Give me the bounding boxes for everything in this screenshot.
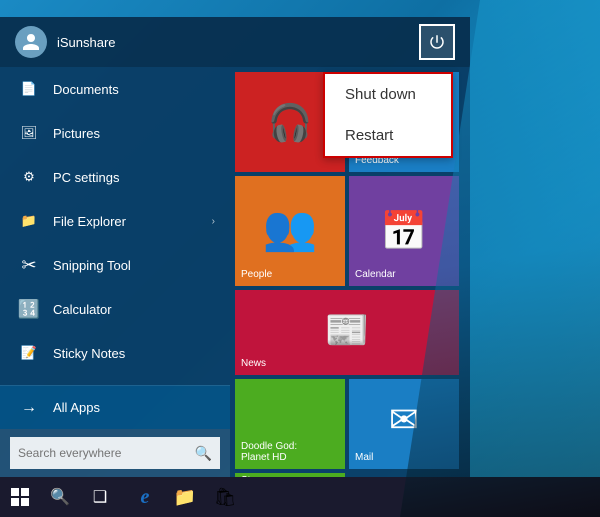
sidebar-item-calculator-label: Calculator <box>53 302 112 317</box>
tile-people[interactable]: 👥 People <box>235 176 345 286</box>
sidebar-item-pc-settings[interactable]: ⚙ PC settings <box>0 155 230 199</box>
restart-button[interactable]: Restart <box>325 115 451 156</box>
people-tile-label: People <box>241 269 272 280</box>
sidebar-item-documents[interactable]: 📄 Documents <box>0 67 230 111</box>
tile-doodle-god[interactable]: Doodle God:Planet HD <box>235 379 345 469</box>
sidebar-item-documents-label: Documents <box>53 82 119 97</box>
desktop: iSunshare Shut down Restart 📄 Documents <box>0 0 600 517</box>
ie-icon: e <box>141 486 150 509</box>
taskbar-store-button[interactable]: 🛍 <box>205 477 245 517</box>
documents-icon: 📄 <box>15 75 43 103</box>
sidebar-item-file-explorer[interactable]: 📁 File Explorer › <box>0 199 230 243</box>
avatar <box>15 26 47 58</box>
taskbar-search-icon: 🔍 <box>50 487 70 507</box>
tile-mail[interactable]: ✉ Mail <box>349 379 459 469</box>
user-name: iSunshare <box>57 35 116 50</box>
shutdown-button[interactable]: Shut down <box>325 74 451 115</box>
news-tile-label: News <box>241 358 266 369</box>
file-explorer-arrow: › <box>212 216 215 227</box>
doodle-god-tile-label: Doodle God:Planet HD <box>241 441 297 463</box>
mail-tile-label: Mail <box>355 452 373 463</box>
sidebar-item-paint[interactable]: 🎨 Paint <box>0 375 230 385</box>
pictures-icon: 🖼 <box>15 119 43 147</box>
sidebar-item-sticky-notes-label: Sticky Notes <box>53 346 125 361</box>
user-profile: iSunshare Shut down Restart <box>0 17 470 67</box>
search-box[interactable]: 🔍 <box>10 437 220 469</box>
tile-news[interactable]: 📰 News <box>235 290 459 375</box>
start-button[interactable] <box>0 477 40 517</box>
music-tile-icon: 🎧 <box>268 102 313 144</box>
search-area: 🔍 <box>0 429 230 477</box>
taskbar-store-icon: 🛍 <box>214 487 237 508</box>
pc-settings-icon: ⚙ <box>15 163 43 191</box>
file-explorer-icon: 📁 <box>15 207 43 235</box>
sidebar: 📄 Documents 🖼 Pictures ⚙ PC settings 📁 F… <box>0 67 230 477</box>
people-tile-icon: 👥 <box>263 202 318 254</box>
power-button[interactable]: Shut down Restart <box>419 24 455 60</box>
sidebar-item-snipping-label: Snipping Tool <box>53 258 131 273</box>
sidebar-item-calculator[interactable]: 🔢 Calculator <box>0 287 230 331</box>
calendar-tile-icon: 📅 <box>380 210 427 254</box>
snipping-tool-icon: ✂ <box>15 251 43 279</box>
mail-tile-icon: ✉ <box>389 399 419 441</box>
task-view-icon: ❑ <box>93 487 107 507</box>
sidebar-item-pictures[interactable]: 🖼 Pictures <box>0 111 230 155</box>
calendar-tile-label: Calendar <box>355 269 396 280</box>
start-menu: iSunshare Shut down Restart 📄 Documents <box>0 17 470 477</box>
taskbar-pinned-items: e 📁 🛍 <box>125 477 245 517</box>
all-apps-icon: → <box>15 394 43 422</box>
tile-calendar[interactable]: 📅 Calendar <box>349 176 459 286</box>
sidebar-item-pc-settings-label: PC settings <box>53 170 119 185</box>
all-apps-label: All Apps <box>53 400 100 415</box>
sidebar-item-pictures-label: Pictures <box>53 126 100 141</box>
sidebar-item-file-explorer-label: File Explorer <box>53 214 126 229</box>
calculator-icon: 🔢 <box>15 295 43 323</box>
search-input[interactable] <box>18 446 195 460</box>
search-icon: 🔍 <box>195 445 212 462</box>
sidebar-item-snipping-tool[interactable]: ✂ Snipping Tool <box>0 243 230 287</box>
taskbar: 🔍 ❑ e 📁 🛍 <box>0 477 600 517</box>
sidebar-item-sticky-notes[interactable]: 📝 Sticky Notes <box>0 331 230 375</box>
all-apps-item[interactable]: → All Apps <box>0 385 230 429</box>
news-tile-icon: 📰 <box>325 309 370 351</box>
taskbar-file-explorer-icon: 📁 <box>174 487 196 508</box>
taskbar-file-explorer-button[interactable]: 📁 <box>165 477 205 517</box>
power-menu: Shut down Restart <box>323 72 453 158</box>
sticky-notes-icon: 📝 <box>15 339 43 367</box>
sidebar-items: 📄 Documents 🖼 Pictures ⚙ PC settings 📁 F… <box>0 67 230 385</box>
taskbar-search-button[interactable]: 🔍 <box>40 477 80 517</box>
taskbar-task-view-button[interactable]: ❑ <box>80 477 120 517</box>
taskbar-ie-button[interactable]: e <box>125 477 165 517</box>
